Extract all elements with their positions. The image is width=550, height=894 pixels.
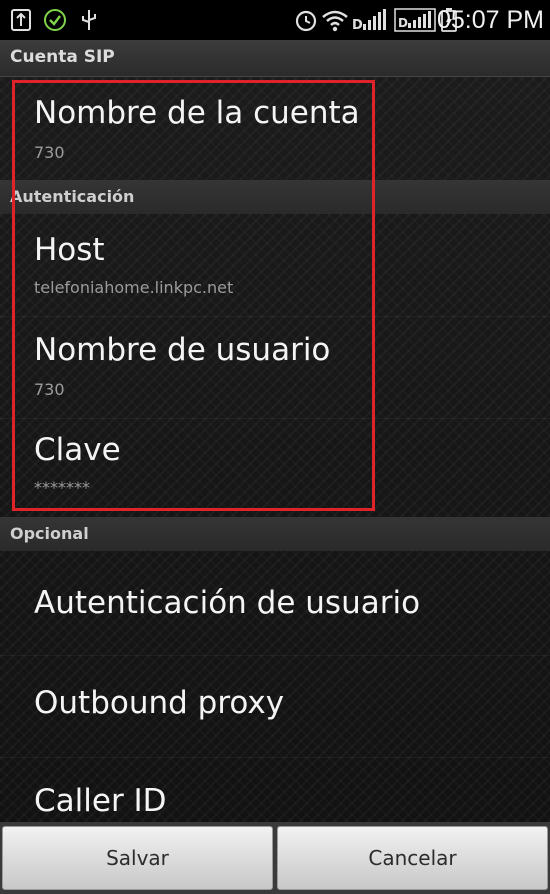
pref-title: Autenticación de usuario [34,585,421,621]
section-header-label: Autenticación [10,187,135,206]
pref-title: Nombre de la cuenta [34,95,360,131]
section-header-optional: Opcional [0,517,550,551]
phone-screen: D D 05:07 PM Cuenta SIP Nombre de la cue… [0,0,550,894]
check-circle-icon [42,7,68,33]
signal-icon: D [352,7,390,33]
pref-title: Host [34,232,105,268]
svg-text:D: D [352,18,363,32]
section-header-label: Opcional [10,524,89,543]
pref-title: Outbound proxy [34,685,285,721]
pref-password[interactable]: Clave ******* [0,418,550,521]
pref-summary: telefoniahome.linkpc.net [34,278,234,297]
pref-summary: 730 [34,380,65,399]
wifi-icon [320,7,350,33]
pref-title: Nombre de usuario [34,332,331,368]
status-bar: D D 05:07 PM [0,0,550,40]
save-button[interactable]: Salvar [2,826,273,890]
pref-title: Clave [34,432,121,468]
alarm-icon [293,7,319,33]
signal-icon-2: D [394,7,436,33]
clock-time: 05:07 PM [436,6,544,34]
cancel-button[interactable]: Cancelar [277,826,548,890]
pref-user-authentication[interactable]: Autenticación de usuario [0,551,550,656]
pref-account-name[interactable]: Nombre de la cuenta 730 [0,77,550,181]
pref-outbound-proxy[interactable]: Outbound proxy [0,655,550,758]
page-title: Cuenta SIP [10,47,115,67]
pref-title: Caller ID [34,783,167,819]
pref-caller-id[interactable]: Caller ID [0,757,550,822]
pref-username[interactable]: Nombre de usuario 730 [0,316,550,419]
pref-summary: ******* [34,478,90,497]
svg-text:D: D [398,16,408,30]
pref-host[interactable]: Host telefoniahome.linkpc.net [0,214,550,317]
section-header-authentication: Autenticación [0,180,550,214]
usb-tethering-icon [78,7,100,33]
button-bar: Salvar Cancelar [0,822,550,894]
usb-icon [10,7,32,33]
pref-summary: 730 [34,143,65,162]
title-bar: Cuenta SIP [0,40,550,77]
